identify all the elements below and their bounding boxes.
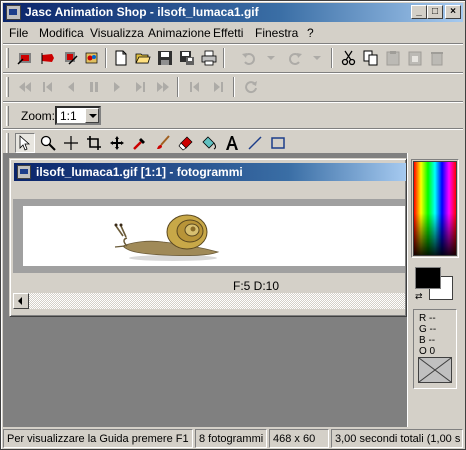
play-icon[interactable]: [107, 77, 127, 97]
copy-icon[interactable]: [361, 48, 381, 68]
save-icon[interactable]: [155, 48, 175, 68]
standard-toolbar: [3, 45, 463, 71]
line-icon[interactable]: [245, 133, 265, 153]
prev-frame-icon[interactable]: [38, 77, 58, 97]
toolbar-separator: [105, 48, 107, 68]
first-frame-icon[interactable]: [15, 77, 35, 97]
app-window: Jasc Animation Shop - ilsoft_lumaca1.gif…: [0, 0, 466, 450]
toolbar-separator: [331, 48, 333, 68]
zoom-value: 1:1: [60, 109, 77, 123]
optimization-wizard-icon[interactable]: [61, 48, 81, 68]
toolbar-separator: [177, 77, 179, 97]
swap-colors-icon[interactable]: ⇄: [415, 292, 423, 301]
zoom-label: Zoom:: [21, 109, 56, 123]
fill-icon[interactable]: [199, 133, 219, 153]
status-bar: Per visualizzare la Guida premere F1 8 f…: [3, 429, 463, 448]
title-bar[interactable]: Jasc Animation Shop - ilsoft_lumaca1.gif…: [3, 3, 463, 22]
select-arrow-icon[interactable]: [15, 133, 35, 153]
zoom-toolbar: Zoom: 1:1: [3, 103, 463, 129]
undo-icon[interactable]: [239, 48, 259, 68]
text-icon[interactable]: [222, 133, 242, 153]
no-color-icon[interactable]: [418, 357, 452, 383]
last-frame-icon[interactable]: [153, 77, 173, 97]
banner-wizard-icon[interactable]: [38, 48, 58, 68]
undo-dropdown-icon[interactable]: [261, 48, 281, 68]
document-icon[interactable]: [17, 165, 31, 179]
menu-visualizza[interactable]: Visualizza: [90, 26, 144, 40]
maximize-button[interactable]: □: [427, 5, 443, 19]
status-duration: 3,00 secondi totali (1,00 s: [331, 429, 463, 448]
app-icon[interactable]: [6, 5, 21, 20]
frame-thumbnail[interactable]: [23, 206, 405, 266]
menu-finestra[interactable]: Finestra: [255, 26, 298, 40]
pause-icon[interactable]: [84, 77, 104, 97]
menu-bar: File Modifica Visualizza Animazione Effe…: [3, 23, 463, 42]
paint-shop-pro-icon[interactable]: [82, 48, 102, 68]
paste-icon[interactable]: [383, 48, 403, 68]
horizontal-scrollbar[interactable]: [13, 293, 405, 309]
toolbar-grip[interactable]: [6, 48, 9, 68]
status-size: 468 x 60: [269, 429, 329, 448]
zoom-select[interactable]: 1:1: [55, 106, 101, 125]
document-title-bar[interactable]: ilsoft_lumaca1.gif [1:1] - fotogrammi: [14, 163, 406, 181]
new-icon[interactable]: [111, 48, 131, 68]
red-value: R --: [419, 313, 436, 324]
zoom-icon[interactable]: [38, 133, 58, 153]
menu-file[interactable]: File: [9, 26, 28, 40]
status-help: Per visualizzare la Guida premere F1: [3, 429, 193, 448]
menu-animazione[interactable]: Animazione: [148, 26, 211, 40]
eraser-icon[interactable]: [176, 133, 196, 153]
redo-icon[interactable]: [285, 48, 305, 68]
snail-image: [114, 214, 220, 261]
cut-icon[interactable]: [339, 48, 359, 68]
minimize-button[interactable]: _: [411, 5, 427, 19]
toolbar-grip[interactable]: [6, 133, 9, 153]
blue-value: B --: [419, 335, 436, 346]
color-palette[interactable]: [413, 161, 457, 256]
toolbar-separator: [233, 77, 235, 97]
refresh-icon[interactable]: [241, 77, 261, 97]
move-icon[interactable]: [107, 133, 127, 153]
green-value: G --: [419, 324, 437, 335]
step-forward-icon[interactable]: [130, 77, 150, 97]
delete-icon[interactable]: [427, 48, 447, 68]
opacity-value: O 0: [419, 346, 436, 357]
prev-page-icon[interactable]: [185, 77, 205, 97]
status-frames: 8 fotogrammi: [195, 429, 267, 448]
open-icon[interactable]: [133, 48, 153, 68]
chevron-down-icon[interactable]: [85, 108, 99, 123]
window-title: Jasc Animation Shop - ilsoft_lumaca1.gif: [25, 5, 259, 19]
close-button[interactable]: ×: [445, 5, 461, 19]
foreground-color-swatch[interactable]: [415, 267, 441, 289]
menu-modifica[interactable]: Modifica: [39, 26, 84, 40]
fg-bg-colors: ⇄: [411, 264, 459, 304]
print-icon[interactable]: [199, 48, 219, 68]
menu-help[interactable]: ?: [307, 26, 314, 40]
redo-dropdown-icon[interactable]: [307, 48, 327, 68]
next-page-icon[interactable]: [208, 77, 228, 97]
save-as-icon[interactable]: [177, 48, 197, 68]
toolbar-grip[interactable]: [6, 106, 9, 126]
rectangle-icon[interactable]: [268, 133, 288, 153]
scroll-left-icon[interactable]: [13, 293, 29, 309]
paste-frame-icon[interactable]: [405, 48, 425, 68]
frame-info: F:5 D:10: [233, 279, 280, 293]
brush-icon[interactable]: [153, 133, 173, 153]
crop-icon[interactable]: [84, 133, 104, 153]
step-back-icon[interactable]: [61, 77, 81, 97]
menu-effetti[interactable]: Effetti: [213, 26, 243, 40]
document-title: ilsoft_lumaca1.gif [1:1] - fotogrammi: [36, 165, 243, 179]
toolbar-grip[interactable]: [6, 77, 9, 97]
toolbar-separator: [223, 48, 225, 68]
animation-wizard-icon[interactable]: [15, 48, 35, 68]
playback-toolbar: [3, 74, 463, 100]
dropper-icon[interactable]: [130, 133, 150, 153]
crosshair-icon[interactable]: [61, 133, 81, 153]
